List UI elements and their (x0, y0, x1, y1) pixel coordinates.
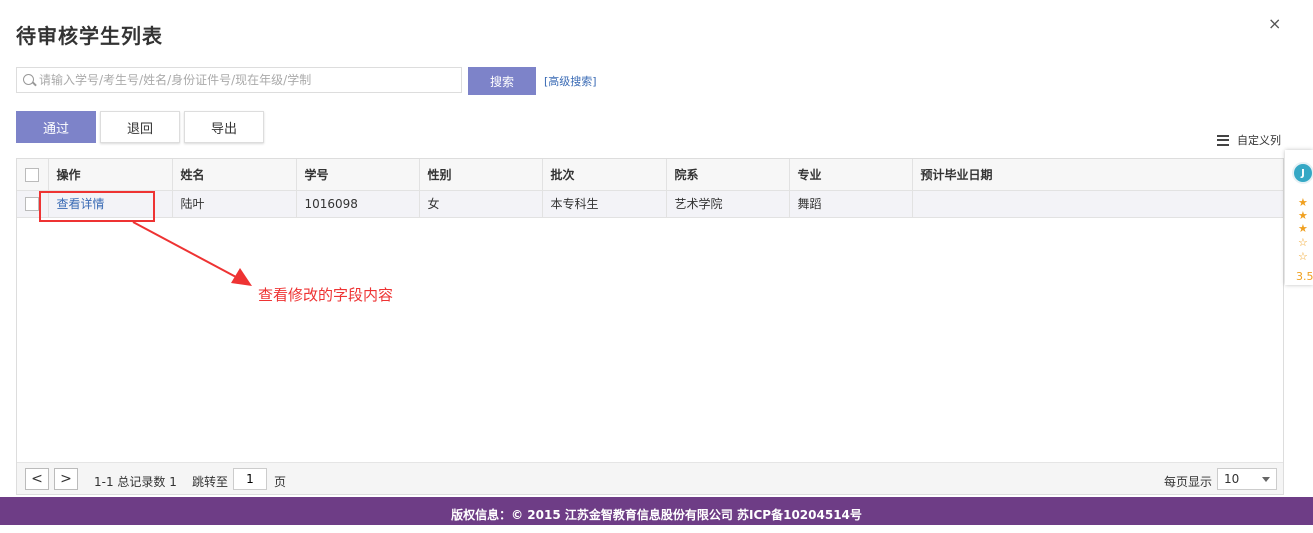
custom-columns-button[interactable]: 自定义列 (1217, 132, 1281, 148)
cell-graduation-date (912, 190, 1283, 218)
advanced-search-link[interactable]: [高级搜索] (544, 73, 597, 89)
prev-page-button[interactable]: < (25, 468, 49, 490)
star-filled-icon: ★ (1298, 209, 1308, 222)
columns-icon (1217, 134, 1229, 146)
custom-columns-label: 自定义列 (1237, 134, 1281, 147)
column-header-graduation-date[interactable]: 预计毕业日期 (912, 159, 1283, 191)
cell-gender: 女 (419, 190, 543, 218)
annotation-text: 查看修改的字段内容 (258, 286, 394, 304)
row-checkbox[interactable] (25, 196, 40, 211)
column-header-student-id[interactable]: 学号 (296, 159, 420, 191)
cell-student-id: 1016098 (296, 190, 420, 218)
annotation-highlight-box (39, 191, 155, 222)
per-page-value: 10 (1224, 472, 1240, 486)
cell-department: 艺术学院 (666, 190, 790, 218)
widget-logo-icon: J (1292, 162, 1313, 184)
search-input[interactable] (39, 70, 457, 90)
search-icon (23, 74, 34, 85)
column-header-major[interactable]: 专业 (789, 159, 913, 191)
star-filled-icon: ★ (1298, 196, 1308, 209)
per-page-select[interactable]: 10 (1217, 468, 1277, 490)
pagination-bar: < > 1-1 总记录数 1 跳转至 页 每页显示 10 (17, 462, 1283, 494)
student-table: 操作 姓名 学号 性别 批次 院系 专业 预计毕业日期 查看详情 陆叶 1016… (16, 158, 1284, 495)
table-header-row: 操作 姓名 学号 性别 批次 院系 专业 预计毕业日期 (17, 159, 1283, 191)
star-empty-icon: ☆ (1298, 236, 1308, 249)
search-button[interactable]: 搜索 (468, 67, 536, 95)
pass-button[interactable]: 通过 (16, 111, 96, 143)
star-filled-icon: ★ (1298, 222, 1308, 235)
record-summary: 1-1 总记录数 1 (94, 475, 177, 489)
select-all-checkbox[interactable] (25, 167, 40, 182)
select-all-cell (17, 159, 49, 191)
column-header-name[interactable]: 姓名 (172, 159, 297, 191)
footer-copyright: 版权信息：© 2015 江苏金智教育信息股份有限公司 苏ICP备10204514… (0, 497, 1313, 525)
search-box (16, 67, 462, 93)
cell-batch: 本专科生 (542, 190, 667, 218)
page-unit-label: 页 (274, 475, 287, 489)
export-button[interactable]: 导出 (184, 111, 264, 143)
column-header-batch[interactable]: 批次 (542, 159, 667, 191)
rating-widget[interactable]: J ★ ★ ★ ☆ ☆ 3.5 (1285, 150, 1313, 285)
table-row[interactable]: 查看详情 陆叶 1016098 女 本专科生 艺术学院 舞蹈 (17, 190, 1283, 218)
column-header-action[interactable]: 操作 (48, 159, 173, 191)
page-title: 待审核学生列表 (16, 24, 163, 48)
return-button[interactable]: 退回 (100, 111, 180, 143)
star-empty-icon: ☆ (1298, 250, 1308, 263)
cell-name: 陆叶 (172, 190, 297, 218)
cell-major: 舞蹈 (789, 190, 913, 218)
next-page-button[interactable]: > (54, 468, 78, 490)
per-page-label: 每页显示 (1164, 475, 1213, 489)
column-header-department[interactable]: 院系 (666, 159, 790, 191)
column-header-gender[interactable]: 性别 (419, 159, 543, 191)
jump-label: 跳转至 (192, 475, 229, 489)
chevron-down-icon (1262, 477, 1270, 482)
close-icon[interactable]: × (1268, 14, 1281, 33)
rating-score: 3.5 (1296, 270, 1313, 283)
jump-page-input[interactable] (233, 468, 267, 490)
